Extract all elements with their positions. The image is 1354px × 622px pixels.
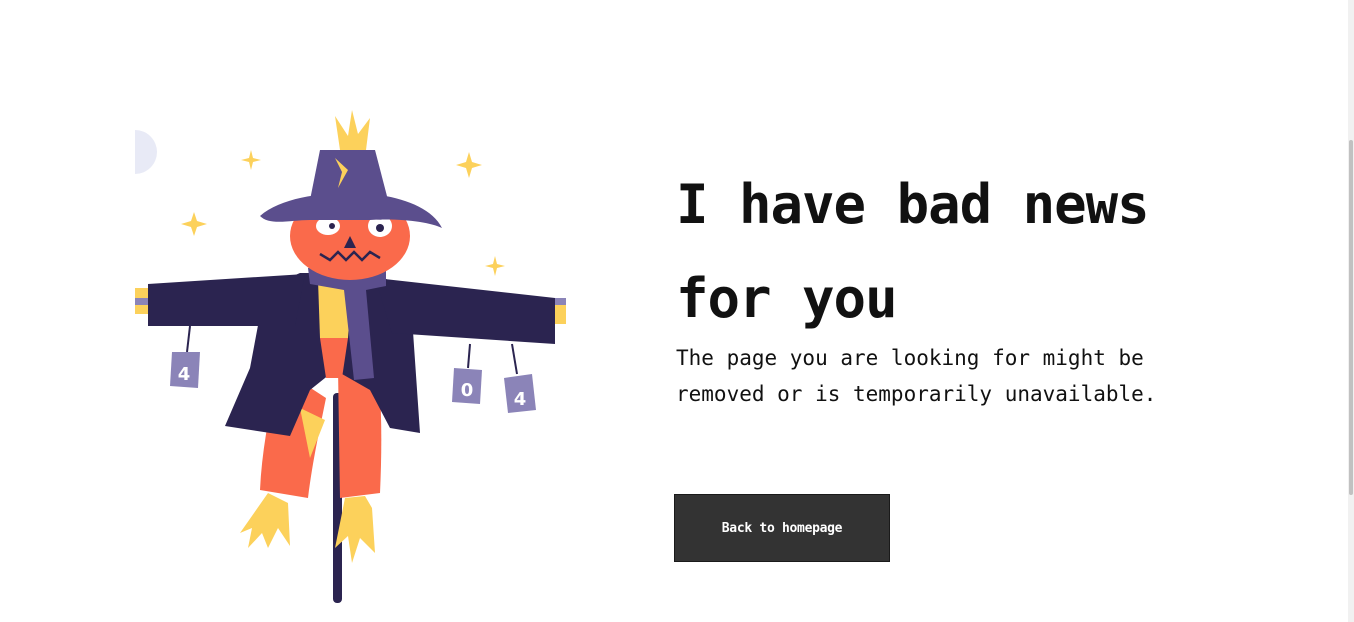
scrollbar-thumb[interactable] <box>1349 140 1353 495</box>
scrollbar[interactable] <box>1348 0 1354 622</box>
error-page: 4 0 4 I have bad news for you The page y… <box>0 0 1354 622</box>
error-content: I have bad news for you The page you are… <box>676 158 1296 412</box>
can-4-right: 4 <box>504 343 536 413</box>
page-title: I have bad news for you <box>676 173 1150 330</box>
back-to-homepage-button[interactable]: Back to homepage <box>674 494 890 562</box>
can-label: 0 <box>461 380 474 401</box>
can-4-left: 4 <box>170 325 200 388</box>
can-label: 4 <box>514 389 527 410</box>
can-0: 0 <box>452 343 482 404</box>
moon-icon <box>135 130 157 174</box>
error-message: The page you are looking for might be re… <box>676 346 1157 406</box>
can-label: 4 <box>178 364 191 385</box>
scarecrow-illustration: 4 0 4 <box>130 108 575 608</box>
